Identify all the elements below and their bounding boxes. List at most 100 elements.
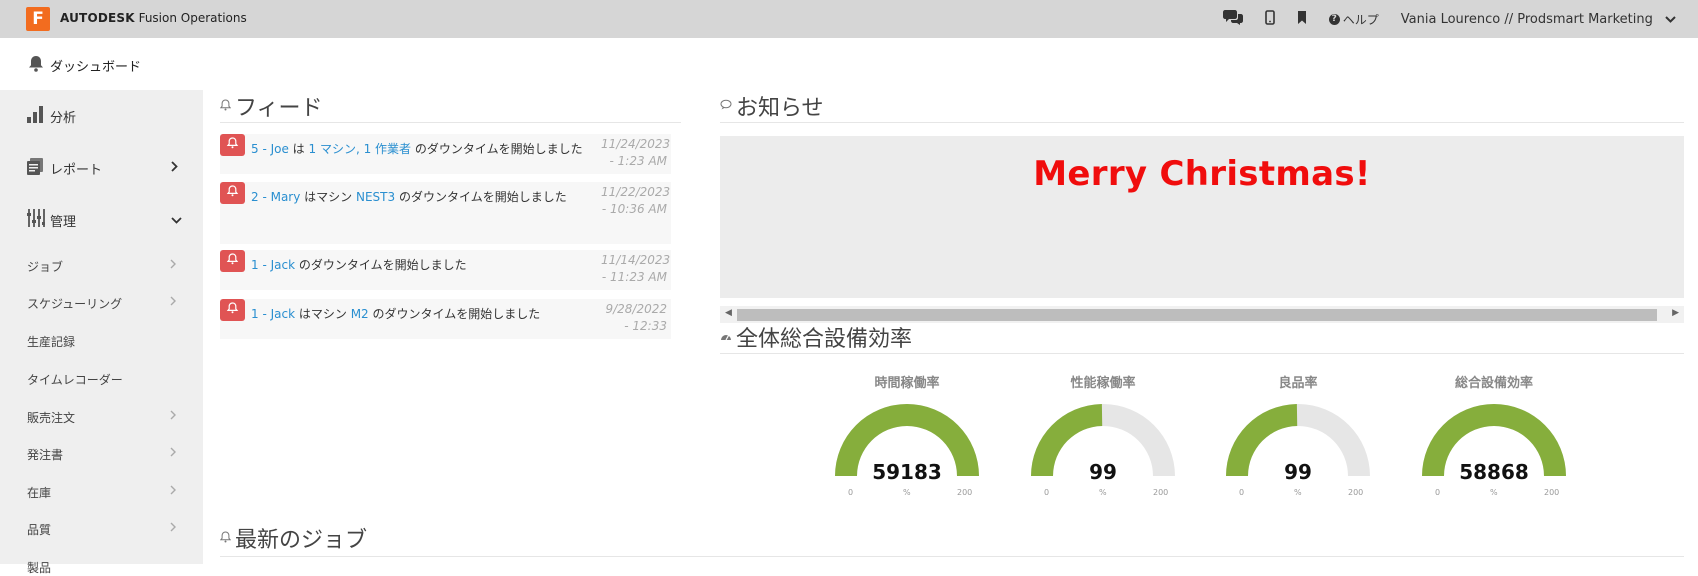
notice-title: お知らせ [720,90,824,122]
bell-outline-icon [219,98,232,114]
oee-title: 全体総合設備効率 [720,321,912,353]
feed-link[interactable]: 1 - Jack [251,258,295,272]
divider [220,122,681,123]
sidebar-subitem-label[interactable]: 発注書 [27,446,63,463]
oee-gauge: 良品率 99 0% 200 [1218,372,1378,502]
report-icon [27,157,44,179]
notice-content: Merry Christmas! [720,136,1684,298]
gauge-title: 総合設備効率 [1454,376,1533,391]
sliders-icon [27,209,45,231]
feed-text-part: のダウンタイムを開始しました [368,307,541,321]
gauge-min: 0 [1435,488,1441,497]
gauge-max: 200 [1153,488,1169,497]
feed-item-timestamp: 9/28/2022 - 12:33 [605,302,667,333]
dashboard-gauge-icon [720,331,732,344]
dashboard-title[interactable]: ダッシュボード [50,56,141,75]
latest-jobs-label: 最新のジョブ [235,528,368,553]
chevron-right-icon [170,447,176,460]
oee-gauge: 時間稼働率 59183 0% 200 [827,372,987,502]
chevron-right-icon [170,410,176,423]
feed-link[interactable]: 1 - Jack [251,307,295,321]
chat-icon[interactable] [1222,9,1243,29]
feed-item: 1 - Jack のダウンタイムを開始しました 11/14/2023 - 11:2… [220,250,671,290]
feed-title-label: フィード [235,96,323,121]
brand-autodesk: AUTODESK [60,11,135,25]
feed-link[interactable]: M2 [351,307,369,321]
help-icon: ? [1328,13,1340,25]
scroll-thumb[interactable] [737,309,1657,321]
gauge-title: 性能稼働率 [1070,376,1136,391]
help-link[interactable]: ? ヘルプ [1328,11,1379,28]
sidebar-subitem-label[interactable]: タイムレコーダー [27,371,123,388]
feed-text-part: のダウンタイムを開始しました [295,258,467,272]
feed-text-part: はマシン [295,307,351,321]
bell-outline-icon [219,530,232,546]
feed-item-timestamp: 11/24/2023 - 1:23 AM [601,137,671,168]
feed-item: 1 - Jack はマシン M2 のダウンタイムを開始しました 9/28/2022… [220,299,671,339]
sidebar-item-label: 分析 [50,110,77,126]
sidebar-subitem-label[interactable]: 品質 [27,521,51,538]
feed-item: 5 - Joe は 1 マシン, 1 作業者 のダウンタイムを開始しました 11/… [220,134,671,174]
help-label: ヘルプ [1342,12,1379,27]
mobile-icon[interactable] [1264,9,1275,29]
feed-text-part: のダウンタイムを開始しました [411,142,583,156]
feed-item-timestamp: 11/22/2023 - 10:36 AM [601,185,671,216]
sidebar-subitem-label[interactable]: 製品 [27,559,51,576]
top-bar: F AUTODESK Fusion Operations ? ヘルプ Vania… [0,0,1698,38]
sidebar-subitem-label[interactable]: 在庫 [27,484,51,501]
gauge-unit: % [1099,488,1107,497]
sidebar-subitem-label[interactable]: 販売注文 [27,409,75,426]
scroll-right-icon[interactable]: ▶ [1672,308,1679,318]
user-menu[interactable]: Vania Lourenco // Prodsmart Marketing [1401,12,1676,27]
notice-title-label: お知らせ [736,96,824,121]
divider [220,556,1684,557]
oee-title-label: 全体総合設備効率 [736,327,913,352]
chevron-down-icon [1665,15,1676,26]
chevron-right-icon [170,485,176,498]
bar-chart-icon [27,105,44,127]
gauge-unit: % [1490,488,1498,497]
feed-item: 2 - Mary はマシン NEST3 のダウンタイムを開始しました 11/22/… [220,182,671,244]
sidebar-subitem-label[interactable]: 生産記録 [27,333,75,350]
bookmark-icon[interactable] [1297,10,1307,28]
feed-title: フィード [219,90,323,122]
gauge-min: 0 [848,488,854,497]
sidebar-item-label: 管理 [50,214,77,230]
bell-icon [220,182,245,204]
app-logo[interactable]: F [26,7,50,31]
notice-message: Merry Christmas! [1033,154,1371,194]
feed-link[interactable]: 1 マシン, 1 作業者 [309,142,412,156]
oee-gauge: 総合設備効率 58868 0% 200 [1414,372,1574,502]
gauge-unit: % [903,488,911,497]
sidebar-subitem-label[interactable]: スケジューリング [27,295,122,312]
brand-product: Fusion Operations [138,11,247,25]
gauge-value: 59183 [872,460,942,484]
gauge-title: 時間稼働率 [874,376,940,391]
gauge-min: 0 [1044,488,1050,497]
feed-link[interactable]: NEST3 [356,190,395,204]
feed-text-part: は [288,142,309,156]
feed-link[interactable]: 2 - Mary [251,190,300,204]
sidebar-item-management[interactable]: 管理 [0,200,203,240]
gauge-max: 200 [1348,488,1364,497]
gauge-title: 良品率 [1278,376,1318,391]
brand-name[interactable]: AUTODESK Fusion Operations [60,11,247,25]
chevron-right-icon [170,296,176,309]
divider [720,122,1684,123]
scroll-left-icon[interactable]: ◀ [725,308,732,318]
feed-text-part: のダウンタイムを開始しました [395,190,567,204]
bell-icon [220,134,245,156]
gauge-value: 99 [1089,460,1117,484]
feed-link[interactable]: 5 - Joe [251,142,289,156]
feed-item-text: 1 - Jack のダウンタイムを開始しました [251,256,467,273]
divider [720,353,1684,354]
chevron-right-icon [170,522,176,535]
feed-item-timestamp: 11/14/2023 - 11:23 AM [601,253,671,284]
dashboard-header: ダッシュボード [0,38,1698,90]
gauge-unit: % [1294,488,1302,497]
chevron-right-icon [171,161,178,175]
sidebar-item-analysis[interactable]: 分析 [0,96,203,136]
sidebar-item-reports[interactable]: レポート [0,148,203,188]
gauge-value: 99 [1284,460,1312,484]
sidebar-subitem-label[interactable]: ジョブ [27,258,63,275]
